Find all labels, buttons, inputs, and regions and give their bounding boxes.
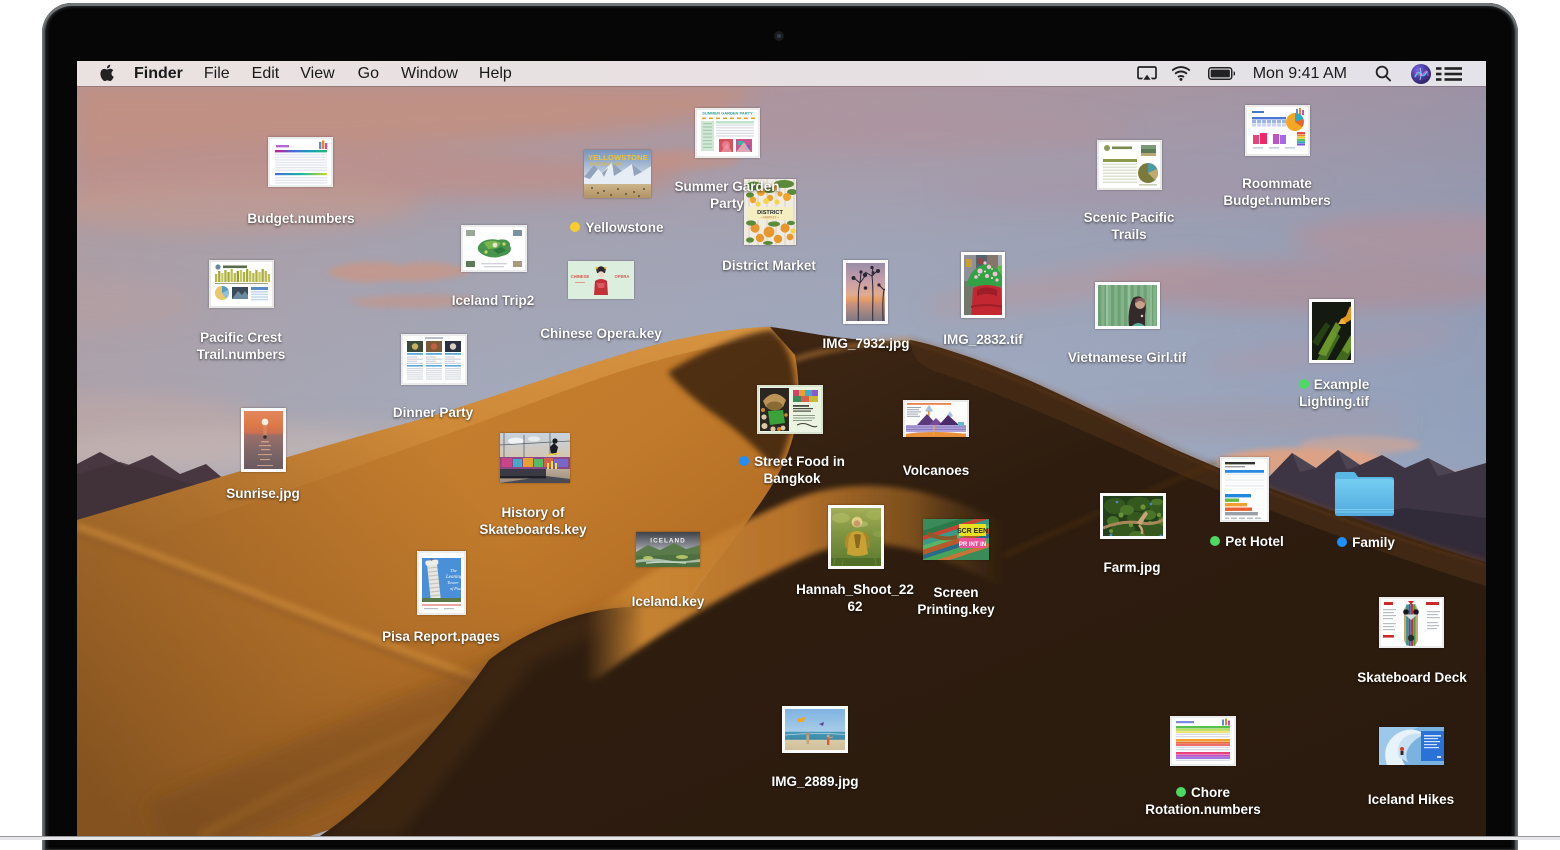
svg-text:PR INT IN: PR INT IN — [959, 542, 986, 548]
svg-text:SCR EEN: SCR EEN — [957, 528, 988, 535]
svg-text:SUMMER GARDEN PARTY: SUMMER GARDEN PARTY — [702, 111, 753, 116]
svg-text:Tower: Tower — [447, 580, 459, 585]
svg-text:of Pisa: of Pisa — [450, 586, 462, 591]
svg-text:NATIONAL PARK: NATIONAL PARK — [590, 162, 623, 167]
svg-text:ICELAND: ICELAND — [650, 538, 685, 545]
svg-text:The: The — [450, 568, 457, 573]
svg-text:OPERA: OPERA — [615, 274, 630, 279]
svg-text:• MARKET •: • MARKET • — [761, 216, 778, 220]
svg-text:CHINESE: CHINESE — [571, 274, 590, 279]
